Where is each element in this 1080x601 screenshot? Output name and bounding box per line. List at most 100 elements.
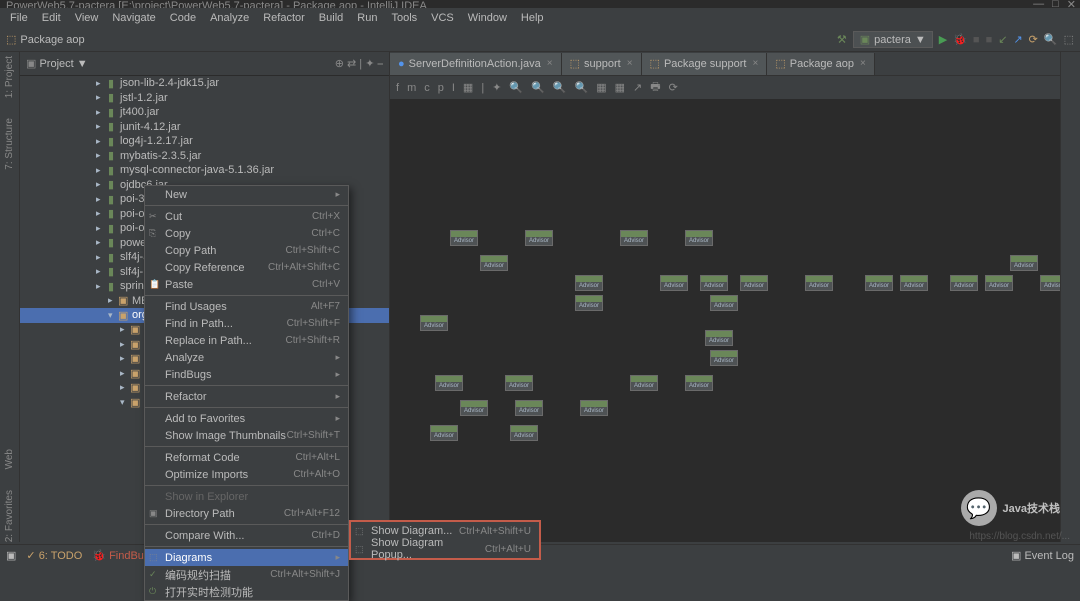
menu-view[interactable]: View <box>69 10 105 26</box>
menu-copy[interactable]: ⎘CopyCtrl+C <box>145 225 348 242</box>
diagram-node[interactable]: Advisor <box>740 275 768 291</box>
diagram-node[interactable]: Advisor <box>480 255 508 271</box>
debug-icon[interactable]: 🐞 <box>953 33 967 46</box>
diagram-node[interactable]: Advisor <box>985 275 1013 291</box>
diagram-node[interactable]: Advisor <box>450 230 478 246</box>
menu-diagrams[interactable]: ⬚Diagrams▸ <box>145 549 348 566</box>
menu-copy-reference[interactable]: Copy ReferenceCtrl+Alt+Shift+C <box>145 259 348 276</box>
diagram-node[interactable]: Advisor <box>620 230 648 246</box>
event-log-button[interactable]: ▣ Event Log <box>1011 549 1074 562</box>
git-push-icon[interactable]: ↗ <box>1013 33 1022 46</box>
diagram-node[interactable]: Advisor <box>515 400 543 416</box>
diagram-node[interactable]: Advisor <box>510 425 538 441</box>
tree-jar-item[interactable]: ▸▮jt400.jar <box>20 105 389 120</box>
menu-optimize-imports[interactable]: Optimize ImportsCtrl+Alt+O <box>145 466 348 483</box>
side-web-tab[interactable]: Web <box>4 449 15 469</box>
menu-find-in-path[interactable]: Find in Path...Ctrl+Shift+F <box>145 315 348 332</box>
stop-icon-2[interactable]: ■ <box>986 34 993 46</box>
menu-cut[interactable]: ✂CutCtrl+X <box>145 208 348 225</box>
update-icon[interactable]: ⟳ <box>1029 33 1038 46</box>
editor-tab[interactable]: ⬚Package aop× <box>767 53 874 75</box>
diagram-node[interactable]: Advisor <box>1040 275 1060 291</box>
tree-jar-item[interactable]: ▸▮mybatis-2.3.5.jar <box>20 149 389 164</box>
diagram-node[interactable]: Advisor <box>575 295 603 311</box>
diagram-node[interactable]: Advisor <box>700 275 728 291</box>
tree-jar-item[interactable]: ▸▮log4j-1.2.17.jar <box>20 134 389 149</box>
toolbar-icon[interactable]: p <box>438 82 444 94</box>
diagram-node[interactable]: Advisor <box>435 375 463 391</box>
menu-realtime-check[interactable]: ⏻打开实时检测功能 <box>145 583 348 600</box>
menu-copy-path[interactable]: Copy PathCtrl+Shift+C <box>145 242 348 259</box>
menu-add-favorites[interactable]: Add to Favorites▸ <box>145 410 348 427</box>
side-project-tab[interactable]: 1: Project <box>4 56 15 98</box>
diagram-node[interactable]: Advisor <box>710 350 738 366</box>
editor-tab[interactable]: ⬚Package support× <box>642 53 768 75</box>
toolbar-icon[interactable]: I <box>452 82 455 94</box>
refresh-icon[interactable]: ⟳ <box>669 81 678 94</box>
menu-show-thumbnails[interactable]: Show Image ThumbnailsCtrl+Shift+T <box>145 427 348 444</box>
zoom-fit-icon[interactable]: 🔍 <box>553 81 567 94</box>
search-icon[interactable]: 🔍 <box>1044 33 1058 46</box>
stop-icon[interactable]: ■ <box>973 34 980 46</box>
diagram-node[interactable]: Advisor <box>580 400 608 416</box>
diagram-node[interactable]: Advisor <box>710 295 738 311</box>
diagram-node[interactable]: Advisor <box>660 275 688 291</box>
print-icon[interactable]: 🖶 <box>650 78 660 97</box>
menu-directory-path[interactable]: ▣Directory PathCtrl+Alt+F12 <box>145 505 348 522</box>
tree-jar-item[interactable]: ▸▮junit-4.12.jar <box>20 120 389 135</box>
project-title[interactable]: Project <box>39 58 73 70</box>
submenu-show-diagram-popup[interactable]: ⬚Show Diagram Popup...Ctrl+Alt+U <box>351 540 539 558</box>
menu-findbugs[interactable]: FindBugs▸ <box>145 366 348 383</box>
toolbar-icon[interactable]: c <box>424 82 430 94</box>
diagram-node[interactable]: Advisor <box>460 400 488 416</box>
menu-window[interactable]: Window <box>462 10 513 26</box>
diagram-node[interactable]: Advisor <box>705 330 733 346</box>
status-icon[interactable]: ▣ <box>6 549 16 562</box>
git-icon[interactable]: ↙ <box>998 33 1007 46</box>
close-icon[interactable]: × <box>753 58 759 69</box>
menu-refactor[interactable]: Refactor▸ <box>145 388 348 405</box>
close-icon[interactable]: × <box>860 58 866 69</box>
diagram-node[interactable]: Advisor <box>805 275 833 291</box>
diagram-node[interactable]: Advisor <box>900 275 928 291</box>
menu-analyze[interactable]: Analyze <box>204 10 255 26</box>
toolbar-icon[interactable]: ▦ <box>615 81 625 94</box>
settings-icon[interactable]: ⬚ <box>1064 33 1074 46</box>
menu-code-scan[interactable]: ✓编码规约扫描Ctrl+Alt+Shift+J <box>145 566 348 583</box>
tree-jar-item[interactable]: ▸▮jstl-1.2.jar <box>20 91 389 106</box>
zoom-out-icon[interactable]: 🔍 <box>531 81 545 94</box>
diagram-node[interactable]: Advisor <box>525 230 553 246</box>
menu-new[interactable]: New▸ <box>145 186 348 203</box>
zoom-actual-icon[interactable]: 🔍 <box>575 81 589 94</box>
diagram-node[interactable]: Advisor <box>430 425 458 441</box>
diagram-node[interactable]: Advisor <box>505 375 533 391</box>
uml-diagram-canvas[interactable]: AdvisorAdvisorAdvisorAdvisorAdvisorAdvis… <box>390 100 1060 542</box>
run-config-dropdown[interactable]: ▣ pactera ▼ <box>853 31 933 48</box>
tree-jar-item[interactable]: ▸▮json-lib-2.4-jdk15.jar <box>20 76 389 91</box>
breadcrumb[interactable]: ⬚ Package aop <box>6 33 85 46</box>
diagram-node[interactable]: Advisor <box>1010 255 1038 271</box>
menu-vcs[interactable]: VCS <box>425 10 460 26</box>
diagram-node[interactable]: Advisor <box>685 230 713 246</box>
diagram-node[interactable]: Advisor <box>950 275 978 291</box>
window-controls[interactable]: —□✕ <box>1033 0 1076 8</box>
side-structure-tab[interactable]: 7: Structure <box>4 118 15 170</box>
tree-jar-item[interactable]: ▸▮mysql-connector-java-5.1.36.jar <box>20 163 389 178</box>
export-icon[interactable]: ↗ <box>633 81 642 94</box>
menu-tools[interactable]: Tools <box>385 10 423 26</box>
menu-help[interactable]: Help <box>515 10 550 26</box>
hammer-icon[interactable]: ⚒ <box>837 33 847 46</box>
close-icon[interactable]: × <box>547 58 553 69</box>
editor-tab[interactable]: ⬚support× <box>562 53 642 75</box>
panel-header-icons[interactable]: ⊕ ⇄ | ✦ ⎯ <box>335 57 383 71</box>
run-icon[interactable]: ▶ <box>939 33 947 46</box>
toolbar-icon[interactable]: m <box>407 82 416 94</box>
toolbar-icon[interactable]: ▦ <box>596 81 606 94</box>
diagram-node[interactable]: Advisor <box>575 275 603 291</box>
menu-reformat[interactable]: Reformat CodeCtrl+Alt+L <box>145 449 348 466</box>
menu-code[interactable]: Code <box>164 10 202 26</box>
zoom-in-icon[interactable]: 🔍 <box>509 81 523 94</box>
menu-analyze[interactable]: Analyze▸ <box>145 349 348 366</box>
diagram-node[interactable]: Advisor <box>420 315 448 331</box>
editor-tab[interactable]: ●ServerDefinitionAction.java× <box>390 53 562 75</box>
